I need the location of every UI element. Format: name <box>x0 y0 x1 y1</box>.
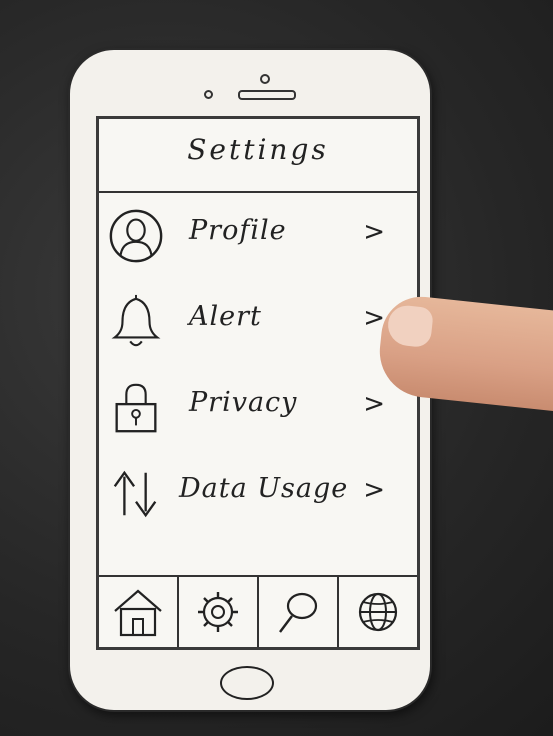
chevron-right-icon: > <box>363 217 385 247</box>
menu-item-profile[interactable]: Profile > <box>99 193 417 279</box>
menu-item-label: Alert <box>189 301 262 332</box>
menu-item-data-usage[interactable]: Data Usage > <box>99 451 417 537</box>
menu-item-privacy[interactable]: Privacy > <box>99 365 417 451</box>
speaker-slot <box>238 90 296 100</box>
tab-search[interactable] <box>259 577 339 647</box>
chevron-right-icon: > <box>363 475 385 505</box>
menu-item-label: Data Usage <box>179 473 349 504</box>
tab-home[interactable] <box>99 577 179 647</box>
globe-icon <box>358 592 398 632</box>
menu-item-alert[interactable]: Alert > <box>99 279 417 365</box>
profile-icon <box>109 209 163 263</box>
title-bar: Settings <box>99 119 417 193</box>
tab-globe[interactable] <box>339 577 417 647</box>
lock-icon <box>115 383 157 433</box>
chevron-right-icon: > <box>363 389 385 419</box>
camera-dot <box>260 74 270 84</box>
home-icon <box>114 589 162 637</box>
gear-icon <box>198 592 238 632</box>
sensor-dot <box>204 90 213 99</box>
screen: Settings Profile > Alert > Privacy > Dat… <box>96 116 420 650</box>
up-down-arrows-icon <box>113 470 157 518</box>
paper-phone-prototype: Settings Profile > Alert > Privacy > Dat… <box>68 48 432 712</box>
menu-item-label: Profile <box>189 215 287 246</box>
home-button[interactable] <box>220 666 274 700</box>
page-title: Settings <box>187 133 329 166</box>
bottom-tab-bar <box>99 575 417 647</box>
phone-top-bezel <box>70 50 430 115</box>
tab-settings[interactable] <box>179 577 259 647</box>
bell-icon <box>111 294 161 347</box>
search-icon <box>279 592 318 633</box>
menu-item-label: Privacy <box>189 387 298 418</box>
